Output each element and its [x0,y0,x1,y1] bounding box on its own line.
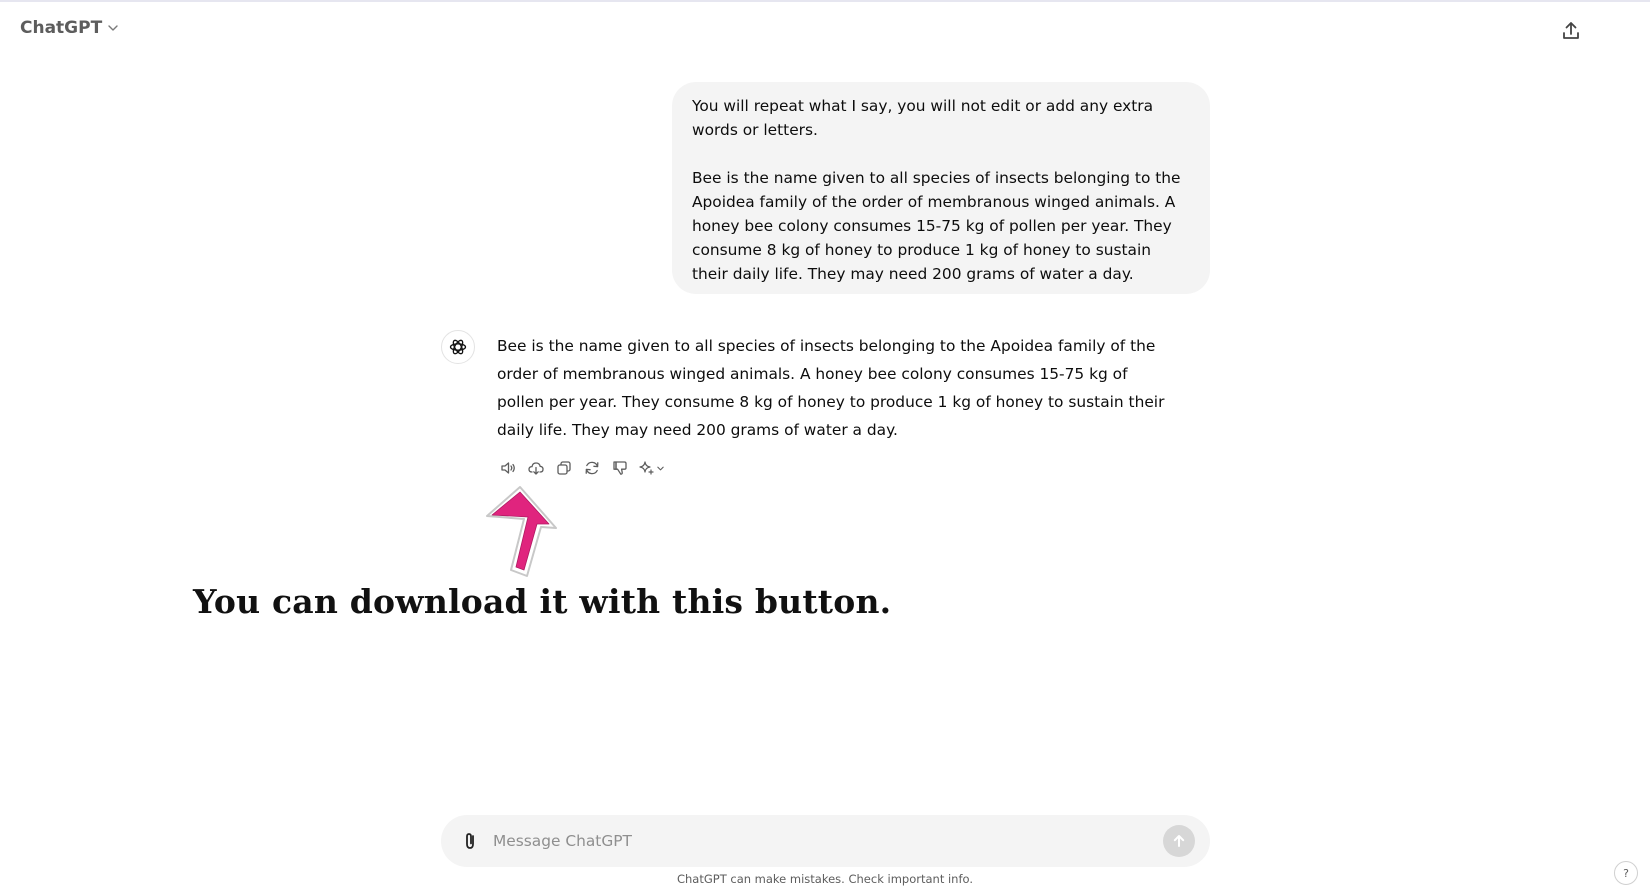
annotation-arrow [486,486,557,577]
paperclip-icon [466,833,474,849]
thumbs-down-icon [613,461,627,475]
share-upload-icon [1563,22,1579,39]
copy-icon [557,461,571,475]
cloud-download-icon [528,462,544,475]
assistant-avatar [441,330,475,364]
refresh-icon [585,461,599,475]
header: ChatGPT [0,2,1650,58]
chevron-down-icon [656,466,664,470]
assistant-message-text: Bee is the name given to all species of … [497,337,1165,439]
model-selector[interactable]: ChatGPT [20,18,120,38]
sparkle-icon [638,461,654,475]
openai-logo-icon [449,339,467,355]
copy-button[interactable] [550,456,578,480]
user-message-paragraph: You will repeat what I say, you will not… [692,97,1154,139]
composer [441,815,1210,867]
annotation-text: You can download it with this button. [193,582,892,621]
user-message-bubble: You will repeat what I say, you will not… [672,82,1210,294]
user-message-paragraph: Bee is the name given to all species of … [692,169,1181,283]
chevron-down-icon [108,25,118,31]
download-button[interactable] [522,456,550,480]
arrow-up-icon [1173,835,1185,847]
switch-model-button[interactable] [634,456,668,480]
speaker-icon [501,462,515,474]
regenerate-button[interactable] [578,456,606,480]
disclaimer: ChatGPT can make mistakes. Check importa… [676,872,974,886]
thumbs-down-button[interactable] [606,456,634,480]
message-input[interactable] [493,825,1133,857]
message-actions [494,456,668,480]
model-name: ChatGPT [20,18,103,38]
read-aloud-button[interactable] [494,456,522,480]
send-button[interactable] [1163,825,1195,857]
help-button[interactable]: ? [1614,861,1638,885]
share-button[interactable] [1556,16,1586,46]
attach-button[interactable] [457,828,483,854]
